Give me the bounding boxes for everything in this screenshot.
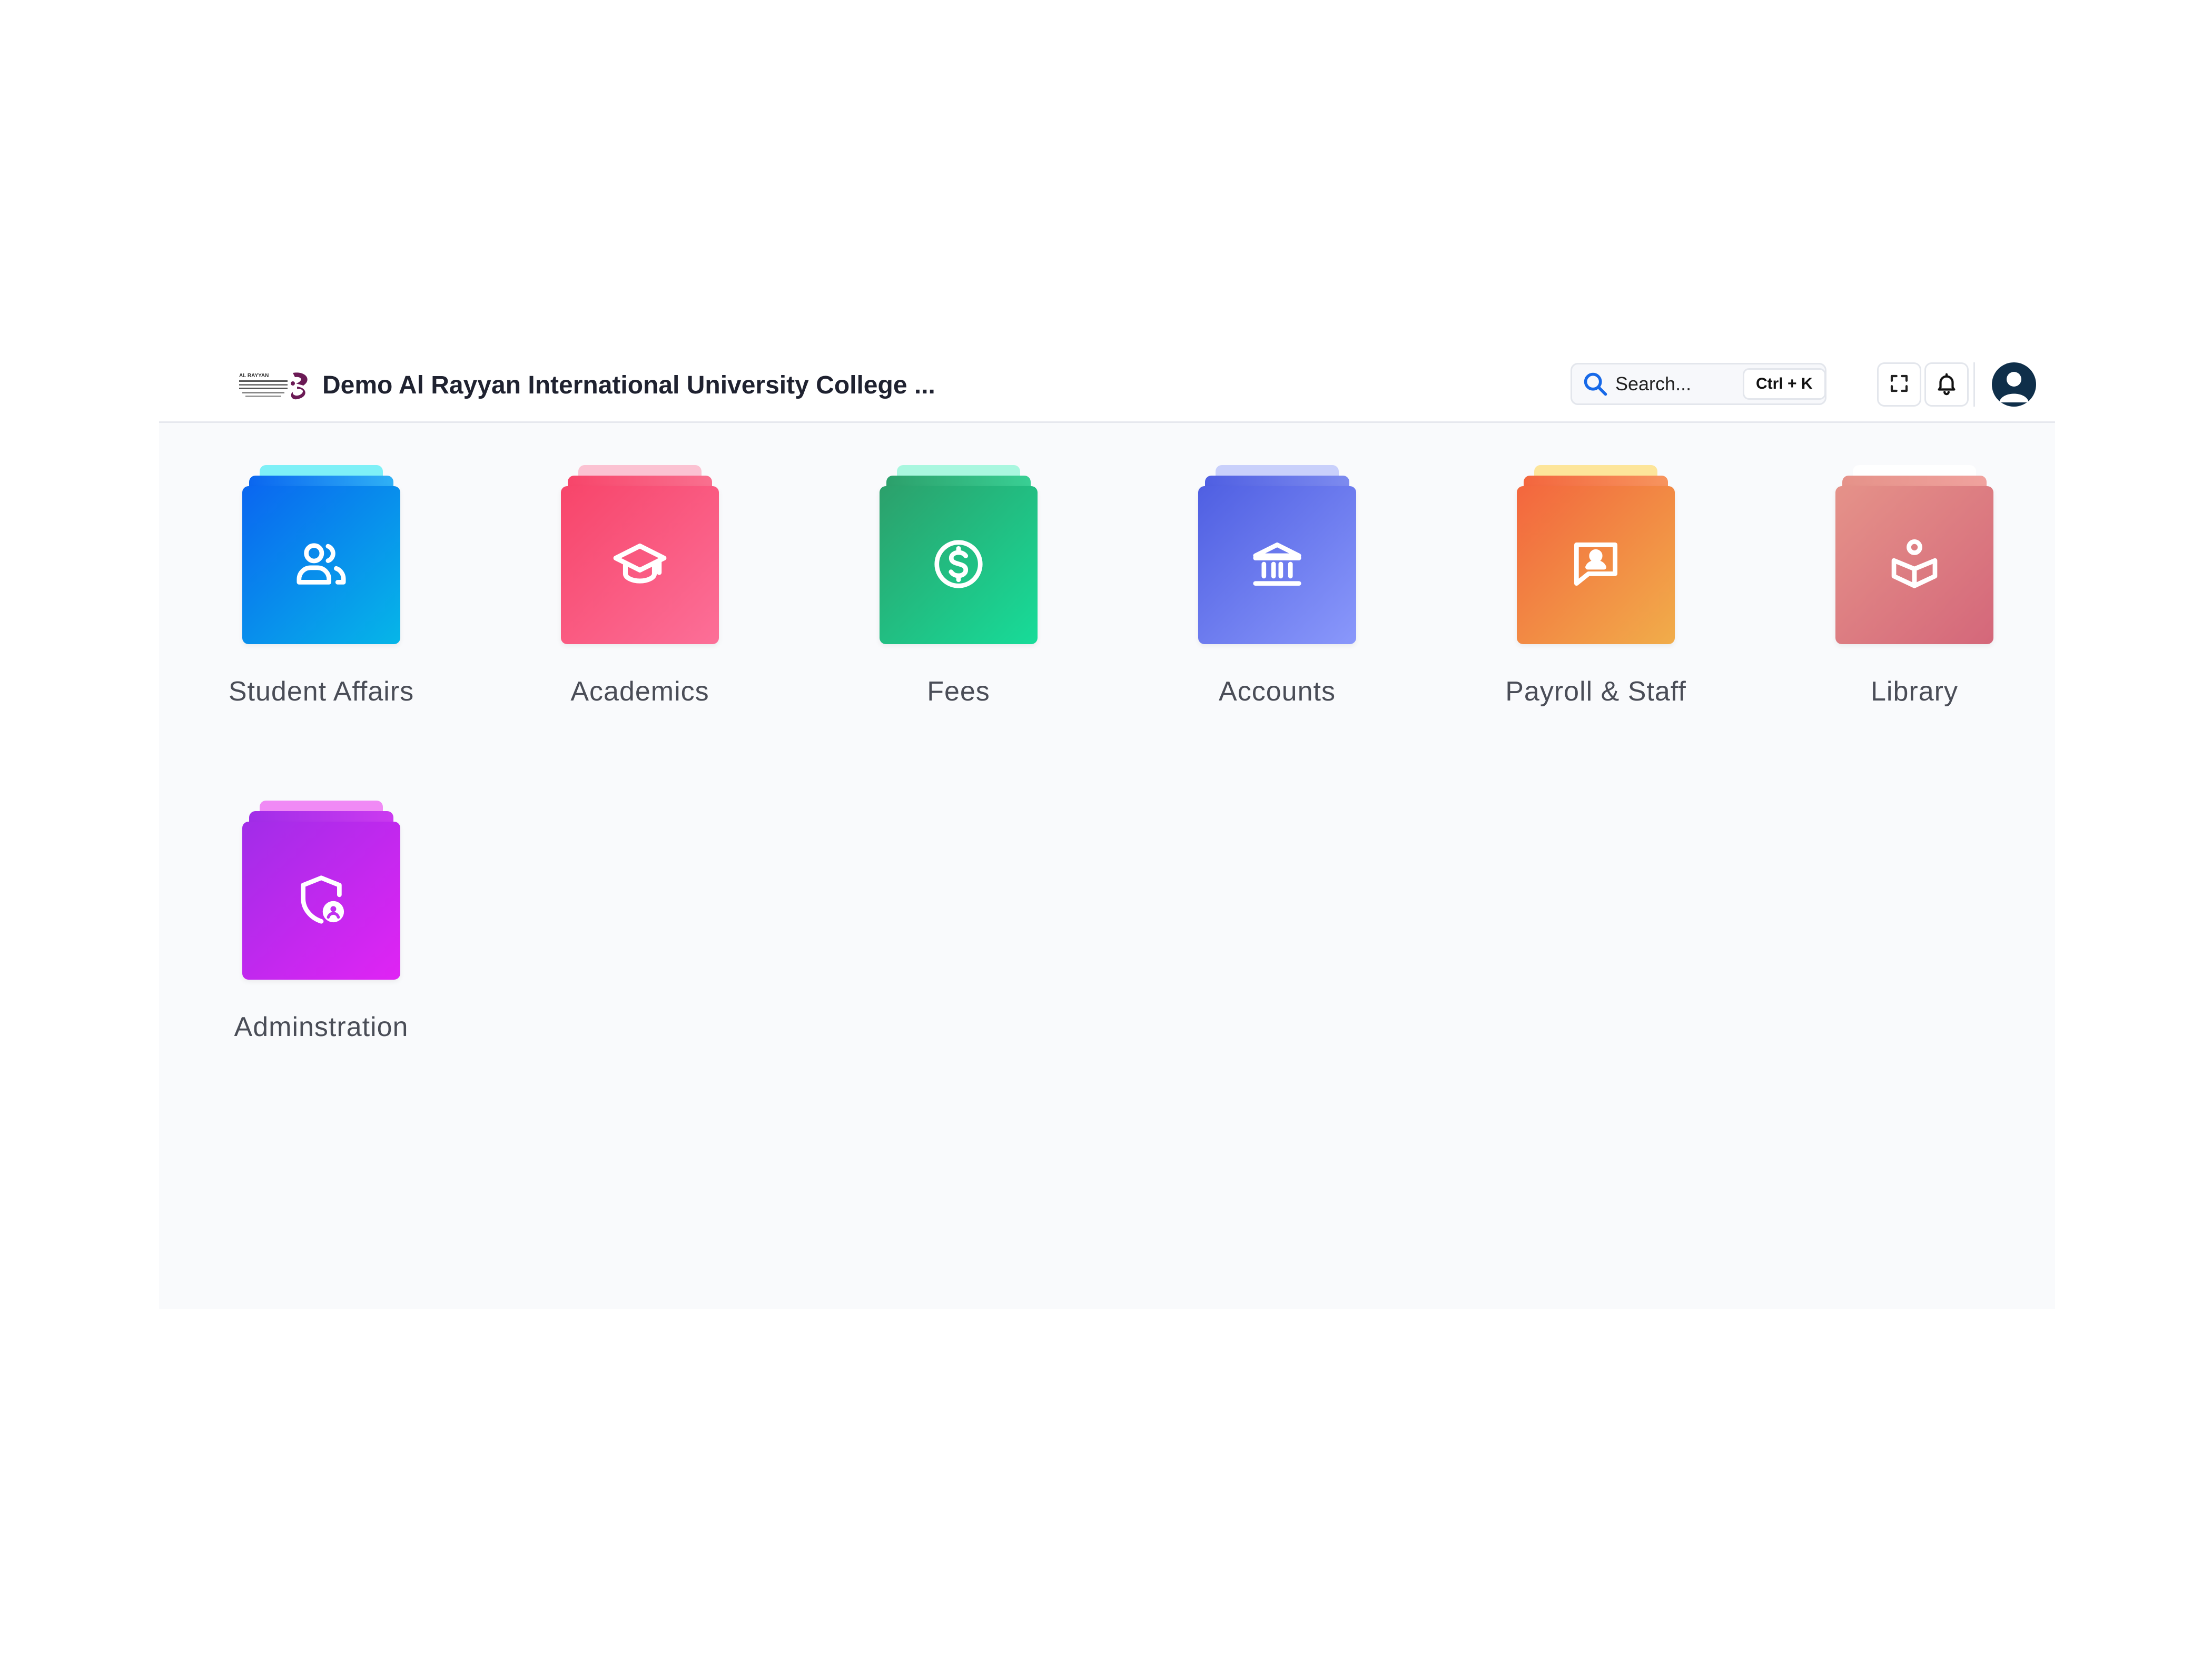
top-navbar: AL RAYYAN Demo Al Rayyan International U… <box>159 348 2055 423</box>
module-tile-adminstration[interactable]: Adminstration <box>226 801 448 1064</box>
module-tile-academics[interactable]: Academics <box>545 465 766 728</box>
toolbar-divider <box>1973 362 1975 407</box>
fullscreen-icon <box>1888 372 1910 397</box>
module-tile-library[interactable]: Library <box>1820 465 2041 728</box>
app-window: AL RAYYAN Demo Al Rayyan International U… <box>159 348 2055 1309</box>
module-card[interactable] <box>242 486 400 644</box>
users-icon <box>292 535 350 596</box>
bell-icon <box>1934 371 1959 398</box>
notifications-button[interactable] <box>1924 362 1969 407</box>
module-card[interactable] <box>1198 486 1356 644</box>
module-label[interactable]: Fees <box>816 676 1101 707</box>
module-card[interactable] <box>561 486 719 644</box>
module-card[interactable] <box>1835 486 1993 644</box>
college-logo: AL RAYYAN <box>238 368 317 402</box>
module-label[interactable]: Student Affairs <box>179 676 463 707</box>
user-avatar-icon <box>1999 372 2029 402</box>
module-tile-accounts[interactable]: Accounts <box>1182 465 1404 728</box>
user-avatar[interactable] <box>1992 362 2036 407</box>
module-tile-fees[interactable]: Fees <box>864 465 1085 728</box>
logo-text-top: AL RAYYAN <box>239 373 269 379</box>
module-label[interactable]: Payroll & Staff <box>1454 676 1738 707</box>
shield-user-icon <box>292 871 350 931</box>
module-label[interactable]: Library <box>1772 676 2057 707</box>
search-shortcut-badge: Ctrl + K <box>1743 368 1826 400</box>
module-label[interactable]: Academics <box>498 676 782 707</box>
dollar-circle-icon <box>930 535 987 596</box>
module-tile-student-affairs[interactable]: Student Affairs <box>226 465 448 728</box>
bank-icon <box>1248 535 1306 596</box>
search-icon <box>1582 369 1609 399</box>
module-grid: Student Affairs Academics Fees Accounts Payr… <box>159 423 2055 1309</box>
module-card[interactable] <box>242 822 400 980</box>
module-card[interactable] <box>1517 486 1675 644</box>
search-input[interactable] <box>1614 372 1743 396</box>
module-tile-payroll-staff[interactable]: Payroll & Staff <box>1501 465 1722 728</box>
fullscreen-button[interactable] <box>1877 362 1921 407</box>
graduation-cap-icon <box>611 535 669 596</box>
brand[interactable]: AL RAYYAN Demo Al Rayyan International U… <box>238 366 935 404</box>
page-title: Demo Al Rayyan International University … <box>322 371 935 399</box>
module-card[interactable] <box>880 486 1038 644</box>
search-box[interactable]: Ctrl + K <box>1571 363 1826 405</box>
module-label[interactable]: Accounts <box>1135 676 1419 707</box>
module-label[interactable]: Adminstration <box>179 1011 463 1043</box>
chat-user-icon <box>1567 535 1625 596</box>
book-reader-icon <box>1885 535 1943 596</box>
